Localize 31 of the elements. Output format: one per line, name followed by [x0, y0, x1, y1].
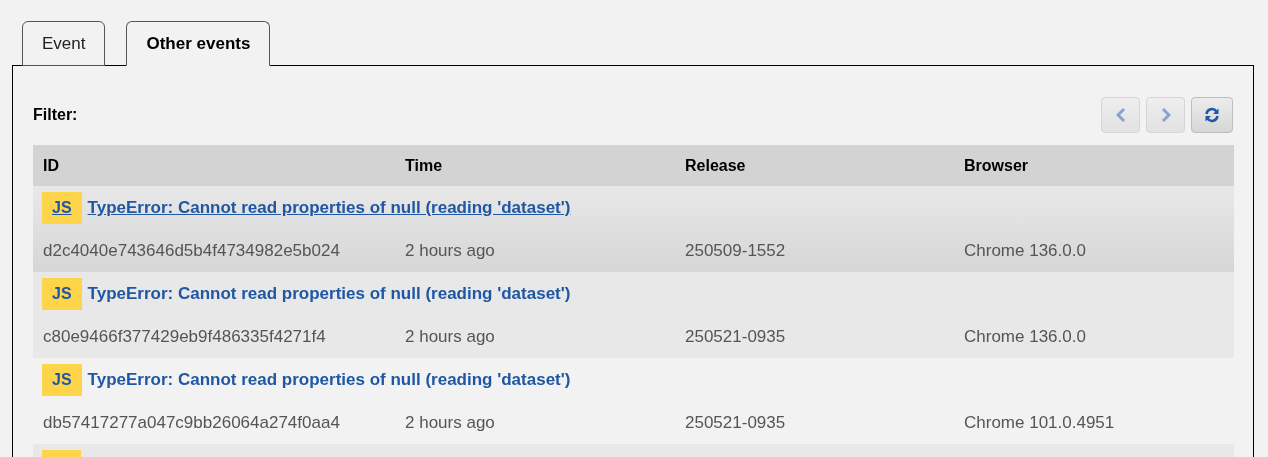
table-cell-text: db57417277a047c9bb26064a274f0aa4: [42, 412, 341, 435]
column-header: Release: [684, 155, 747, 176]
table-cell-text: Chrome 136.0.0: [963, 240, 1087, 263]
table-cell-text: 250521-0935: [684, 412, 787, 435]
js-badge: JS: [42, 278, 82, 310]
table-cell-text: 2 hours ago: [404, 326, 496, 349]
column-header: ID: [42, 155, 60, 176]
js-badge: JS: [42, 192, 82, 224]
table-cell-text: Chrome 101.0.4951: [963, 412, 1116, 435]
error-link[interactable]: TypeError: Cannot read properties of null (reading 'dataset'): [87, 195, 571, 221]
table-cell-text: 250521-0935: [684, 326, 787, 349]
js-badge: JS: [42, 364, 82, 396]
tab[interactable]: Other events: [126, 21, 271, 66]
error-link[interactable]: TypeError: Cannot read properties of null (reading 'dataset'): [87, 281, 571, 307]
table-cell-text: Chrome 136.0.0: [963, 326, 1087, 349]
error-link[interactable]: TypeError: Cannot read properties of null (reading 'dataset'): [87, 367, 571, 393]
table-cell-text: c80e9466f377429eb9f486335f4271f4: [42, 326, 327, 349]
event-row[interactable]: JS TypeError: Cannot read properties of null (reading 'dataset') c80e9466f377429eb9f486335f4271f4 2 hours ago 250521-0935 Chrome 136.0.0: [33, 272, 1234, 358]
table-cell-text: d2c4040e743646d5b4f4734982e5b024: [42, 240, 341, 263]
tab[interactable]: Event: [22, 21, 106, 66]
chevron-right-icon: [1160, 107, 1171, 123]
column-header: Time: [404, 155, 444, 176]
table-cell-text: 2 hours ago: [404, 412, 496, 435]
filter-label: Filter:: [33, 105, 78, 125]
event-row[interactable]: JS TypeError: Cannot read properties of null (reading 'dataset') d2c4040e743646d5b4f4734982e5b024 2 hours ago 250509-1552 Chrome 136.0.0: [33, 186, 1234, 272]
column-header: Browser: [963, 155, 1030, 176]
refresh-button[interactable]: [1191, 97, 1233, 133]
table-cell-text: 2 hours ago: [404, 240, 496, 263]
chevron-left-icon: [1115, 107, 1126, 123]
table-cell-text: 250509-1552: [684, 240, 787, 263]
refresh-icon: [1204, 107, 1220, 123]
